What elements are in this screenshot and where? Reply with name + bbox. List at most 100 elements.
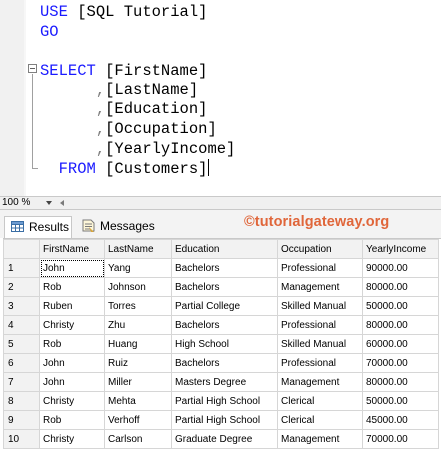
table-cell[interactable]: 70000.00	[362, 429, 439, 449]
code-line[interactable]: ,[Education]	[40, 99, 208, 119]
table-cell[interactable]: High School	[171, 334, 278, 354]
table-cell[interactable]: Zhu	[104, 315, 172, 335]
table-cell[interactable]: 50000.00	[362, 391, 439, 411]
column-header[interactable]: LastName	[104, 239, 172, 259]
code-line[interactable]: SELECT [FirstName]	[40, 61, 207, 81]
table-cell[interactable]: Rob	[39, 410, 105, 430]
row-number[interactable]: 8	[3, 391, 40, 411]
table-cell[interactable]: Management	[277, 372, 363, 392]
row-number[interactable]: 4	[3, 315, 40, 335]
table-cell[interactable]: Skilled Manual	[277, 334, 363, 354]
table-cell[interactable]: 45000.00	[362, 410, 439, 430]
table-cell[interactable]: Bachelors	[171, 277, 278, 297]
tab-messages[interactable]: Messages	[76, 216, 156, 238]
table-cell[interactable]: Partial High School	[171, 391, 278, 411]
table-cell[interactable]: Rob	[39, 334, 105, 354]
table-cell[interactable]: 90000.00	[362, 258, 439, 278]
column-header[interactable]: Education	[171, 239, 278, 259]
row-number[interactable]: 5	[3, 334, 40, 354]
row-number[interactable]: 6	[3, 353, 40, 373]
table-cell[interactable]: 60000.00	[362, 334, 439, 354]
table-cell[interactable]: 80000.00	[362, 277, 439, 297]
table-cell[interactable]: 50000.00	[362, 296, 439, 316]
table-cell[interactable]: 80000.00	[362, 372, 439, 392]
table-row[interactable]: 5 Rob Huang High School Skilled Manual 60000.…	[3, 334, 439, 354]
table-cell[interactable]: Partial High School	[171, 410, 278, 430]
table-cell[interactable]: Johnson	[104, 277, 172, 297]
sql-editor[interactable]: USE [SQL Tutorial] GO SELECT [FirstName] ,…	[0, 0, 441, 196]
table-cell[interactable]: Yang	[104, 258, 172, 278]
table-row[interactable]: 2 Rob Johnson Bachelors Management 80000.00	[3, 277, 439, 297]
table-cell[interactable]: Christy	[39, 315, 105, 335]
row-number[interactable]: 10	[3, 429, 40, 449]
table-cell[interactable]: 70000.00	[362, 353, 439, 373]
table-cell[interactable]: Professional	[277, 258, 363, 278]
column-header[interactable]: YearlyIncome	[362, 239, 439, 259]
grid-icon	[11, 221, 24, 232]
row-number[interactable]: 7	[3, 372, 40, 392]
table-cell[interactable]: Skilled Manual	[277, 296, 363, 316]
table-cell[interactable]: Bachelors	[171, 258, 278, 278]
table-cell[interactable]: Ruiz	[104, 353, 172, 373]
table-row[interactable]: 8 Christy Mehta Partial High School Clerical…	[3, 391, 439, 411]
zoom-dropdown-icon[interactable]	[46, 201, 52, 205]
column-header[interactable]: FirstName	[39, 239, 105, 259]
table-cell[interactable]: Mehta	[104, 391, 172, 411]
scroll-left-icon[interactable]	[60, 200, 64, 206]
table-cell[interactable]: Carlson	[104, 429, 172, 449]
table-cell[interactable]: Rob	[39, 277, 105, 297]
table-cell[interactable]: Christy	[39, 429, 105, 449]
row-header-corner[interactable]	[3, 239, 40, 259]
table-cell[interactable]: Professional	[277, 315, 363, 335]
table-cell[interactable]: Clerical	[277, 410, 363, 430]
sql-identifier	[40, 120, 96, 138]
table-cell[interactable]: John	[39, 258, 105, 278]
table-cell[interactable]: Management	[277, 429, 363, 449]
code-line[interactable]: USE [SQL Tutorial]	[40, 2, 207, 22]
tab-results[interactable]: Results	[4, 216, 72, 238]
collapse-toggle-icon[interactable]	[28, 64, 37, 73]
row-number[interactable]: 2	[3, 277, 40, 297]
table-cell[interactable]: John	[39, 353, 105, 373]
table-cell[interactable]: Ruben	[39, 296, 105, 316]
table-cell[interactable]: Masters Degree	[171, 372, 278, 392]
zoom-level[interactable]: 100 %	[2, 197, 30, 209]
table-row[interactable]: 1 John Yang Bachelors Professional 90000.00	[3, 258, 439, 278]
table-cell[interactable]: Graduate Degree	[171, 429, 278, 449]
table-cell[interactable]: John	[39, 372, 105, 392]
table-cell[interactable]: Clerical	[277, 391, 363, 411]
row-number[interactable]: 9	[3, 410, 40, 430]
code-line[interactable]: GO	[40, 22, 59, 42]
row-number[interactable]: 1	[3, 258, 40, 278]
results-grid[interactable]: FirstName LastName Education Occupation Year…	[3, 238, 441, 451]
table-cell[interactable]: Management	[277, 277, 363, 297]
table-row[interactable]: 6 John Ruiz Bachelors Professional 70000.00	[3, 353, 439, 373]
table-row[interactable]: 4 Christy Zhu Bachelors Professional 80000.00	[3, 315, 439, 335]
table-row[interactable]: 10 Christy Carlson Graduate Degree Managemen…	[3, 429, 439, 449]
table-header-row: FirstName LastName Education Occupation Year…	[3, 239, 439, 259]
table-cell[interactable]: Verhoff	[104, 410, 172, 430]
table-cell[interactable]: Torres	[104, 296, 172, 316]
table-cell[interactable]: Huang	[104, 334, 172, 354]
table-cell[interactable]: Bachelors	[171, 353, 278, 373]
watermark-brand: ©tutorialgateway.org	[244, 214, 390, 230]
sql-identifier: [Education]	[105, 100, 208, 118]
table-cell[interactable]: 80000.00	[362, 315, 439, 335]
column-header[interactable]: Occupation	[277, 239, 363, 259]
sql-identifier: [YearlyIncome]	[105, 140, 236, 158]
table-cell[interactable]: Partial College	[171, 296, 278, 316]
table-row[interactable]: 7 John Miller Masters Degree Management 80000…	[3, 372, 439, 392]
code-line[interactable]: ,[Occupation]	[40, 119, 217, 139]
editor-status-strip: 100 %	[0, 196, 441, 210]
code-line[interactable]: FROM [Customers]	[40, 159, 210, 179]
table-cell[interactable]: Christy	[39, 391, 105, 411]
code-line[interactable]: ,[LastName]	[40, 80, 198, 100]
table-row[interactable]: 3 Ruben Torres Partial College Skilled Manua…	[3, 296, 439, 316]
table-cell[interactable]: Miller	[104, 372, 172, 392]
row-number[interactable]: 3	[3, 296, 40, 316]
table-row[interactable]: 9 Rob Verhoff Partial High School Clerical 45…	[3, 410, 439, 430]
sql-operator: ,	[95, 140, 106, 158]
table-cell[interactable]: Bachelors	[171, 315, 278, 335]
code-line[interactable]: ,[YearlyIncome]	[40, 139, 236, 159]
table-cell[interactable]: Professional	[277, 353, 363, 373]
